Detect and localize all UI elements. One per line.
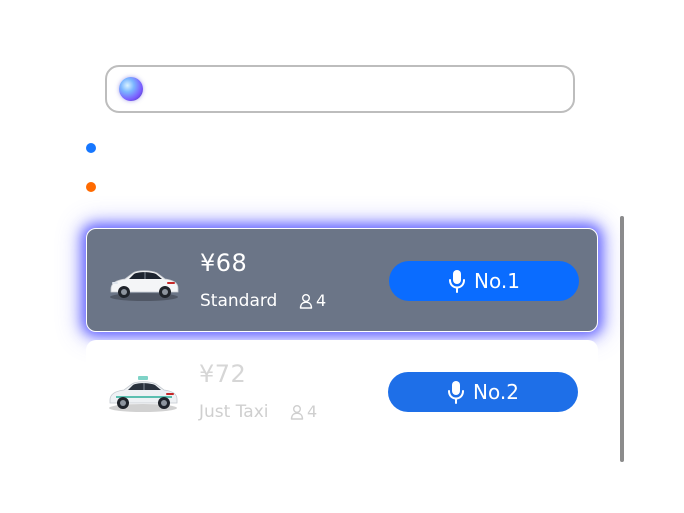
rank-label: No.1	[474, 269, 520, 293]
ride-option-standard[interactable]: ¥68 Standard 4 No.1	[86, 228, 598, 332]
ride-selection-screen: ¥68 Standard 4 No.1 ¥72 Just Taxi 4 No.2	[0, 0, 684, 513]
option-seat-count: 4	[299, 291, 326, 310]
rank-label: No.2	[473, 380, 519, 404]
person-icon	[290, 404, 304, 420]
search-bar[interactable]	[105, 65, 575, 113]
seat-count-value: 4	[316, 291, 327, 310]
assistant-orb-icon[interactable]	[119, 77, 143, 101]
microphone-icon	[448, 381, 465, 404]
taxi-icon	[109, 376, 178, 412]
option-service-name: Just Taxi	[199, 402, 269, 422]
pickup-dot-icon	[86, 143, 96, 153]
option-price: ¥68	[200, 249, 248, 277]
option-price: ¥72	[199, 360, 247, 388]
destination-dot-icon	[86, 182, 96, 192]
person-icon	[299, 293, 313, 309]
search-input[interactable]	[153, 73, 567, 107]
voice-rank-button[interactable]: No.2	[388, 372, 578, 412]
seat-count-value: 4	[307, 402, 318, 421]
voice-rank-button[interactable]: No.1	[389, 261, 579, 301]
microphone-icon	[449, 270, 466, 293]
option-service-name: Standard	[200, 291, 278, 311]
option-seat-count: 4	[290, 402, 317, 421]
options-scrollbar[interactable]	[620, 216, 624, 462]
options-scrollbar-thumb[interactable]	[620, 216, 624, 462]
ride-option-just-taxi[interactable]: ¥72 Just Taxi 4 No.2	[86, 340, 598, 444]
white-sedan-icon	[110, 270, 179, 301]
